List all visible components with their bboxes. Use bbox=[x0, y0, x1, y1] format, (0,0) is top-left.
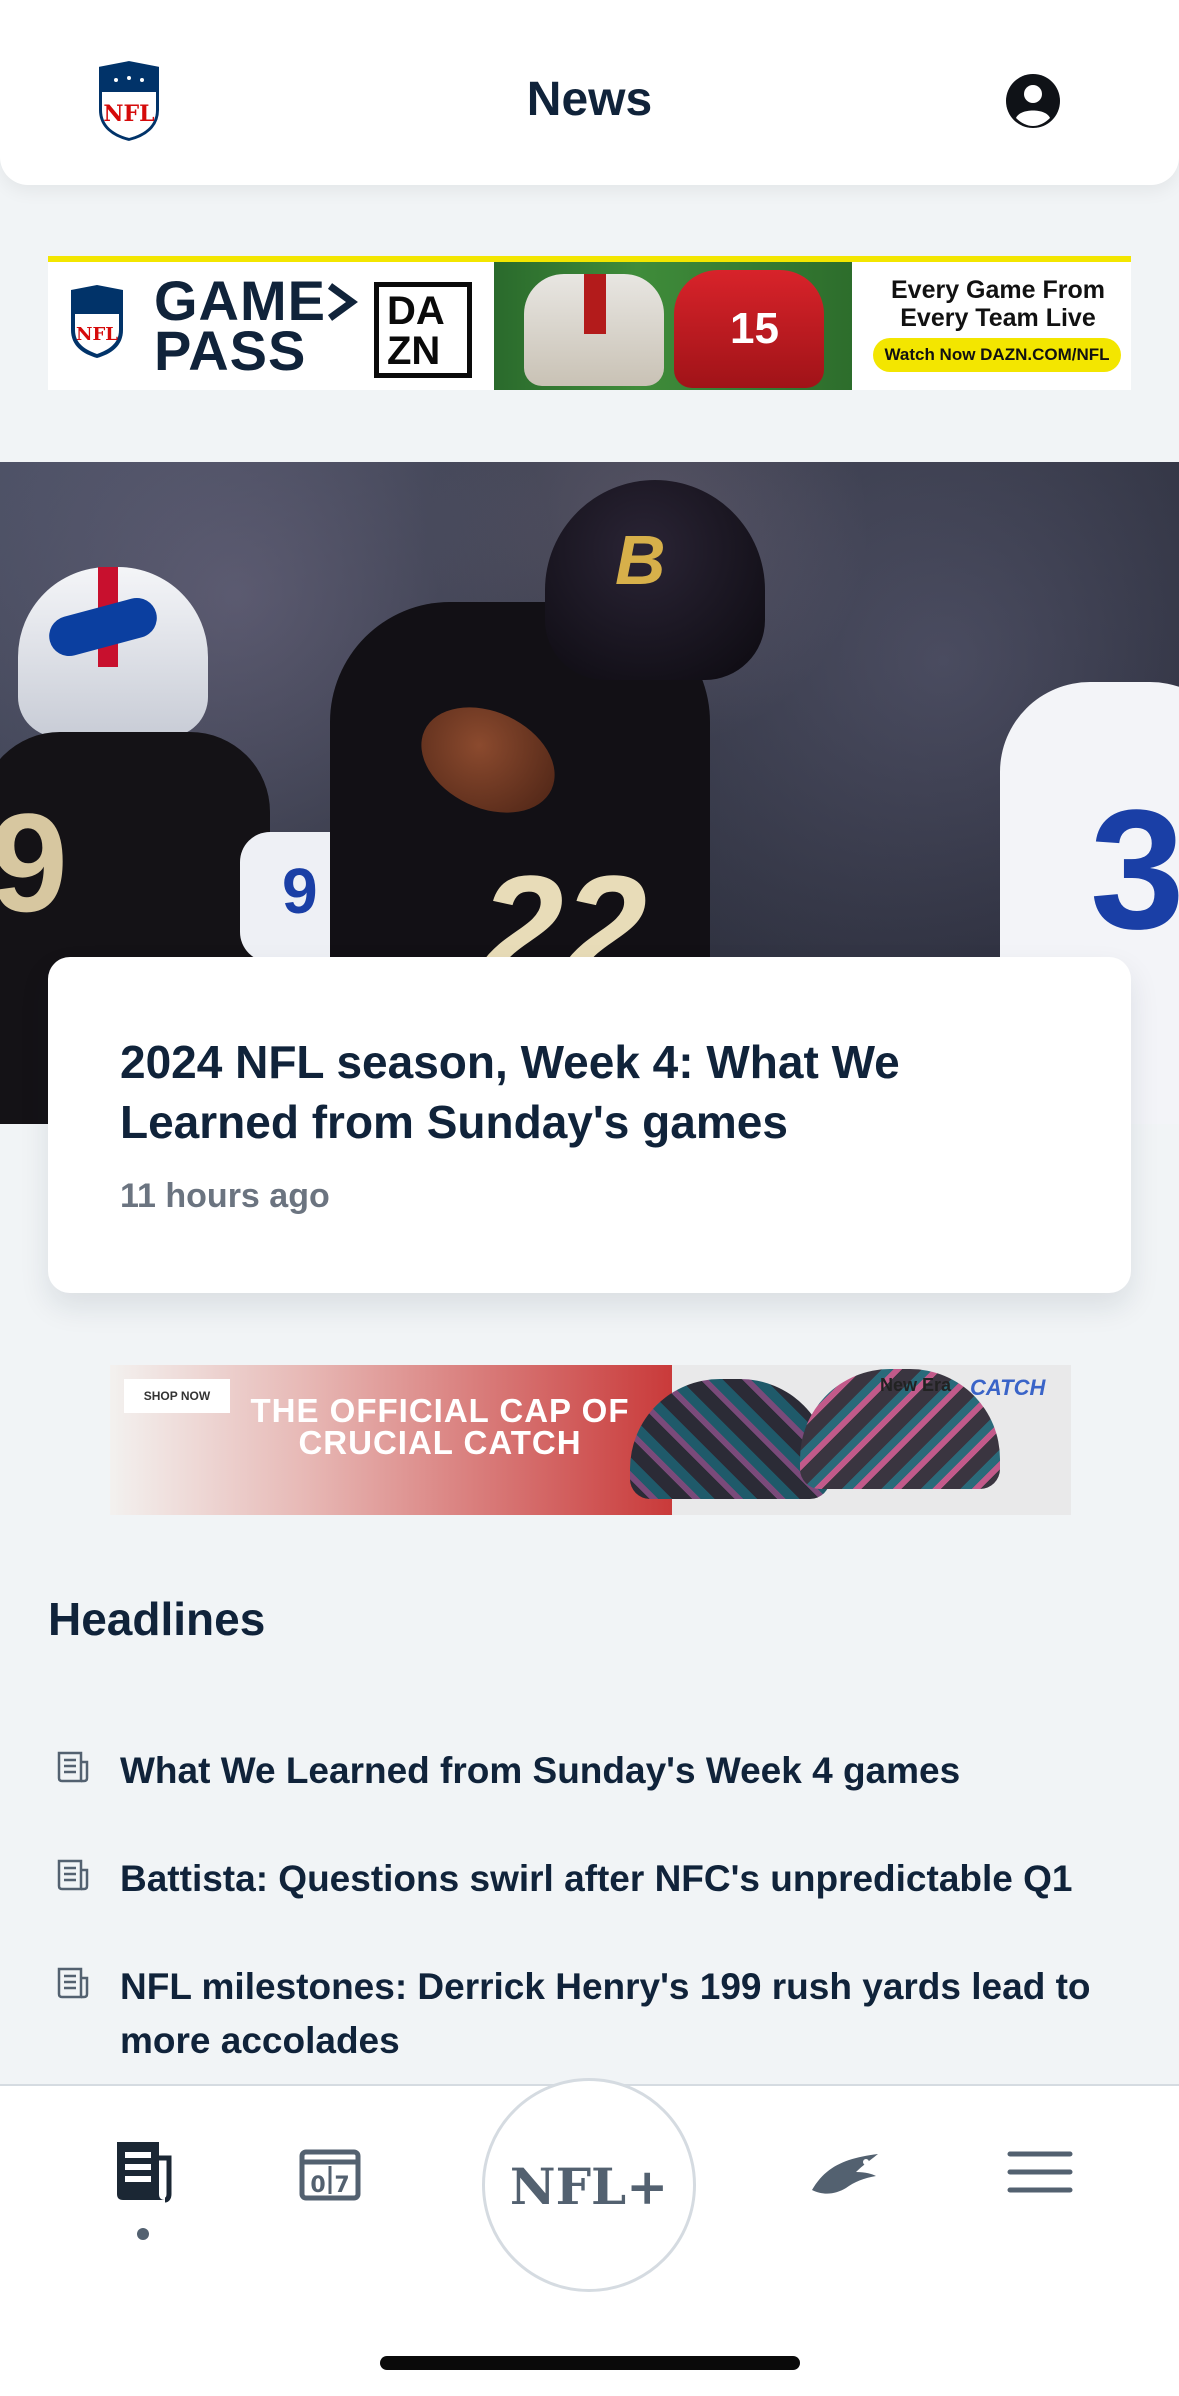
nfl-shield-icon: NFL bbox=[71, 285, 123, 358]
crucial-catch-logo: CATCH bbox=[970, 1375, 1046, 1400]
page-title: News bbox=[526, 73, 653, 126]
jersey-number: 9 bbox=[282, 855, 318, 927]
headline-item[interactable]: What We Learned from Sunday's Week 4 gam… bbox=[48, 1744, 1148, 1804]
featured-article-title[interactable]: 2024 NFL season, Week 4: What We Learned… bbox=[120, 1032, 1060, 1152]
ad-copy-text: Every Game From Every Team Live bbox=[891, 276, 1105, 332]
helmet-logo: B bbox=[615, 521, 666, 599]
nfl-plus-label: NFL+ bbox=[509, 2157, 669, 2216]
article-icon bbox=[57, 1967, 89, 1999]
account-icon[interactable] bbox=[1005, 73, 1061, 129]
game-pass-line2: PASS bbox=[154, 319, 307, 382]
featured-article-card[interactable]: 2024 NFL season, Week 4: What We Learned… bbox=[48, 957, 1131, 1293]
svg-text:0: 0 bbox=[310, 2173, 325, 2198]
headline-text[interactable]: What We Learned from Sunday's Week 4 gam… bbox=[120, 1744, 1160, 1798]
bottom-tab-bar: 0 7 NFL+ bbox=[0, 2078, 1179, 2396]
ad-cap-copy: THE OFFICIAL CAP OF CRUCIAL CATCH bbox=[250, 1392, 630, 1461]
game-pass-wordmark: GAME PASS bbox=[154, 273, 326, 382]
new-era-logo: New Era bbox=[880, 1375, 952, 1395]
svg-text:7: 7 bbox=[334, 2173, 349, 2198]
dazn-logo-top: DA bbox=[387, 289, 445, 333]
crucial-catch-ad-banner[interactable]: SHOP NOW THE OFFICIAL CAP OF CRUCIAL CAT… bbox=[110, 1365, 1071, 1515]
ad-players-photo: 15 bbox=[494, 262, 852, 390]
headline-item[interactable]: Battista: Questions swirl after NFC's un… bbox=[48, 1852, 1148, 1912]
headlines-heading: Headlines bbox=[48, 1593, 266, 1645]
shop-now-button[interactable]: SHOP NOW bbox=[124, 1379, 230, 1413]
news-icon[interactable] bbox=[103, 2132, 183, 2212]
player-helmet-image bbox=[524, 274, 664, 386]
menu-icon[interactable] bbox=[1000, 2132, 1080, 2212]
headline-text[interactable]: NFL milestones: Derrick Henry's 199 rush… bbox=[120, 1960, 1160, 2068]
headline-text[interactable]: Battista: Questions swirl after NFC's un… bbox=[120, 1852, 1160, 1906]
article-icon bbox=[57, 1751, 89, 1783]
top-header: NFL News bbox=[0, 0, 1179, 185]
ad-cta-button[interactable]: Watch Now DAZN.COM/NFL bbox=[873, 338, 1121, 372]
player-helmet-image: 15 bbox=[674, 270, 824, 388]
chevron-right-icon bbox=[327, 283, 358, 321]
active-tab-indicator bbox=[137, 2228, 149, 2240]
dazn-logo-bottom: ZN bbox=[387, 329, 441, 373]
nfl-plus-button[interactable]: NFL+ bbox=[482, 2078, 696, 2292]
jersey-number: 9 bbox=[0, 784, 68, 941]
dazn-logo: DA ZN bbox=[374, 282, 472, 378]
team-eagles-icon[interactable] bbox=[806, 2132, 886, 2212]
article-icon bbox=[57, 1859, 89, 1891]
jersey-number: 3 bbox=[1090, 775, 1179, 965]
headline-item[interactable]: NFL milestones: Derrick Henry's 199 rush… bbox=[48, 1960, 1148, 2074]
bills-helmet-image bbox=[18, 567, 208, 737]
featured-article-timestamp: 11 hours ago bbox=[120, 1177, 330, 1215]
scores-icon[interactable]: 0 7 bbox=[290, 2132, 370, 2212]
game-pass-ad-banner[interactable]: NFL GAME PASS DA ZN 15 Every Game From E… bbox=[48, 256, 1131, 390]
player-number: 15 bbox=[730, 304, 779, 353]
home-indicator[interactable] bbox=[380, 2356, 800, 2370]
nfl-shield-text: NFL bbox=[76, 324, 118, 345]
